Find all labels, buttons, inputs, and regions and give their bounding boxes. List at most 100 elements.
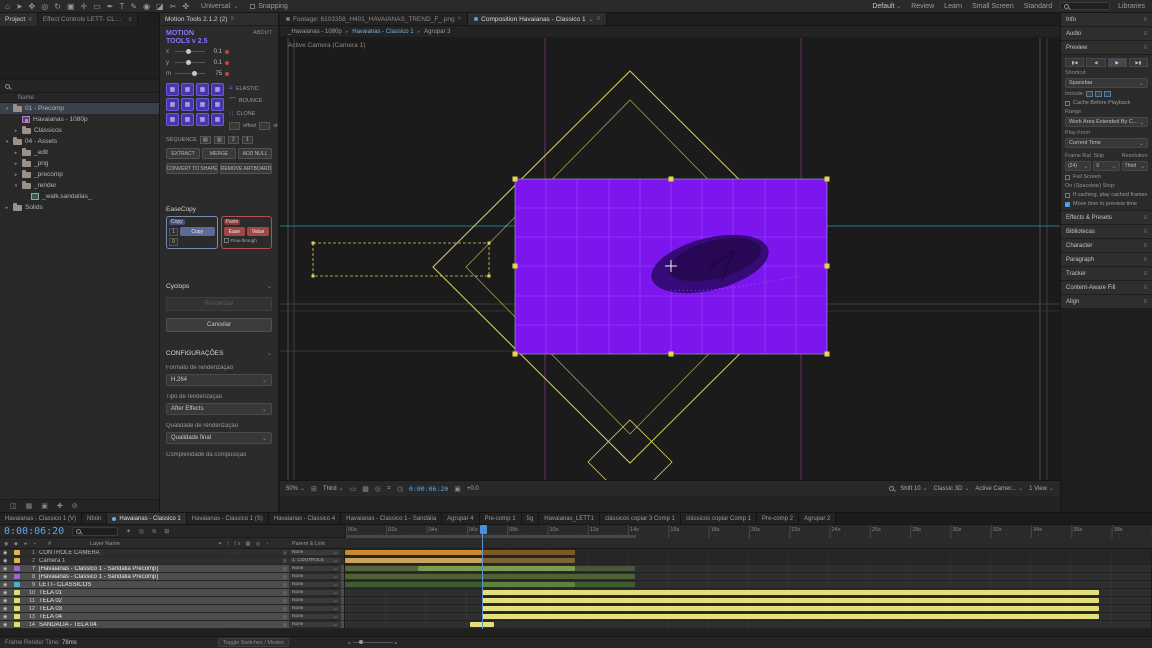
zoom-knob[interactable] [358,640,363,644]
about-link[interactable]: ABOUT [253,30,272,36]
shift-select[interactable]: Shift 10 ⌄ [900,485,927,493]
cyclops-title[interactable]: Cyclops [166,283,189,290]
project-item-havaianas-1080p[interactable]: Havaianas - 1080p [0,114,159,125]
puppet-tool-icon[interactable]: ✜ [182,0,189,13]
format-select[interactable]: H.264 ⌄ [166,374,272,387]
parent-select[interactable]: None ⌄ [289,597,341,604]
layer-duration-bar[interactable] [345,550,483,555]
parent-select[interactable]: None ⌄ [289,549,341,556]
shortcut-select[interactable]: Spacebar ⌄ [1065,78,1148,88]
layer-row-camera-1[interactable]: ◉ 2 Camera 1 · · · ◎ 1. CONTROLE ⌄ [0,557,344,565]
panel-character[interactable]: Character ≡ [1061,239,1152,252]
timeline-tab-havaianas-classico-1-sand-lia[interactable]: Havaianas - Classico 1 - Sandália [341,513,443,524]
breadcrumb-root[interactable]: _Havaianas - 1080p [288,29,342,35]
new-folder-button[interactable]: ▦ [26,502,33,510]
cancelar-button[interactable]: Cancelar [166,318,272,333]
layer-row-tela-04[interactable]: ◉ 13 TELA 04 · · · ◎ None ⌄ [0,613,344,621]
panel-menu-icon[interactable]: ≡ [1143,271,1147,277]
motion-slider-x[interactable]: x 0.1 [166,46,272,57]
visibility-toggle-icon[interactable]: ◉ [3,582,12,588]
resolution-select[interactable]: Third ⌄ [323,485,344,493]
workspace-search-input[interactable] [1060,2,1111,10]
panel-align[interactable]: Align ≡ [1061,295,1152,308]
layer-duration-bar[interactable] [482,582,575,587]
copy-field-2[interactable]: 0 [169,238,178,247]
panel-audio[interactable]: Audio ≡ [1061,27,1152,40]
visibility-toggle-icon[interactable]: ◉ [3,598,12,604]
skip-select[interactable]: 0 ⌄ [1093,161,1120,171]
region-of-interest-icon[interactable]: ▭ [350,485,357,493]
extract-button[interactable]: EXTRACT [166,148,200,160]
layer-duration-bar[interactable] [482,606,1099,611]
number-column-header[interactable]: # [48,541,51,547]
timeline-current-time[interactable]: 0:00:06:20 [0,526,72,537]
layer-row-controle-camera[interactable]: ◉ 1 CONTROLE CAMERA · · · ◎ None ⌄ [0,549,344,557]
timeline-tab-pre-comp-1[interactable]: Pre-comp 1 [479,513,522,524]
motion-tool-tile-5[interactable]: ▦ [166,98,179,112]
checkbox-icon[interactable] [1065,192,1070,198]
offset-field[interactable] [229,122,240,131]
project-item-png[interactable]: ▸ _png [0,158,159,169]
visibility-toggle-icon[interactable]: ◉ [3,606,12,612]
copy-field-1[interactable]: 1 [169,227,178,236]
layer-track-lett-classicos[interactable] [345,581,1151,589]
layer-switches[interactable]: · · · [225,566,281,571]
motion-tool-tile-4[interactable]: ▦ [211,83,224,97]
layer-switches[interactable]: · · · [225,574,281,579]
config-title[interactable]: CONFIGURAÇÕES [166,350,223,357]
preview-resolution-select[interactable]: Third ⌄ [1121,161,1148,171]
include-overlays-icon[interactable] [1104,91,1112,97]
project-search-input[interactable] [0,80,159,93]
add-null-button[interactable]: ADD NULL [238,148,272,160]
motion-tool-tile-7[interactable]: ▦ [196,98,209,112]
play-from-select[interactable]: Current Time ⌄ [1065,138,1148,148]
timeline-tab-pre-comp-2[interactable]: Pre-comp 2 [757,513,800,524]
project-item-cl-ssicos[interactable]: ▸ Clássicos [0,125,159,136]
motion-tool-tile-12[interactable]: ▦ [211,113,224,127]
timeline-tab-agrupar-4[interactable]: Agrupar 4 [442,513,480,524]
hand-tool-icon[interactable]: ✥ [29,0,36,13]
workspace-small-screen[interactable]: Small Screen [972,3,1014,10]
tab-effect-controls[interactable]: Effect Controls LETT- CLASSICO)≡ [37,13,138,26]
panel-effects-presets[interactable]: Effects & Presets ≡ [1061,211,1152,224]
timeline-view-option-icons[interactable]: ✦ ◎ ≋ ⊞ [126,528,172,535]
name-column-header[interactable]: Name [18,95,34,101]
panel-menu-icon[interactable]: ≡ [28,17,32,23]
visibility-toggle-icon[interactable]: ◉ [3,590,12,596]
pick-whip-icon[interactable]: ◎ [283,558,287,564]
layer-switches[interactable]: · · · [225,598,281,603]
visibility-toggle-icon[interactable]: ◉ [3,566,12,572]
sequence-mode-a-button[interactable]: ▤ [199,136,211,145]
slider-knob[interactable] [186,59,192,65]
checkbox-icon[interactable] [1065,174,1070,180]
current-time-indicator-handle[interactable] [480,525,488,534]
cache-before-playback-checkbox[interactable]: Cache Before Playback [1065,100,1148,106]
layer-duration-bar[interactable] [482,598,1099,603]
sequence-mode-b-button[interactable]: ▥ [213,136,225,145]
panel-preview[interactable]: Preview ≡ [1061,41,1152,54]
pen-tool-icon[interactable]: ✒ [107,0,114,13]
layer-duration-bar[interactable] [345,558,483,563]
panel-menu-icon[interactable]: ≡ [1143,31,1147,37]
flow-through-checkbox[interactable]: Flow-through [223,238,270,244]
last-frame-button[interactable]: ▶▮ [1128,58,1148,67]
close-icon[interactable]: × [458,16,462,22]
checkbox-checked-icon[interactable]: ✓ [1065,201,1070,207]
range-select[interactable]: Work Area Extended By Current...⌄ [1065,117,1148,127]
panel-bibliotecas[interactable]: Bibliotecas ≡ [1061,225,1152,238]
pick-whip-icon[interactable]: ◎ [283,598,287,604]
layer-switches[interactable]: · · · [225,558,281,563]
exposure-value[interactable]: +0.0 [467,486,479,492]
clone-button[interactable]: ∷ CLONE [229,110,278,118]
snapping-checkbox[interactable] [250,3,256,9]
layer-duration-bar[interactable] [482,590,1099,595]
parent-select[interactable]: None ⌄ [289,589,341,596]
layer-row-tela-01[interactable]: ◉ 10 TELA 01 · · · ◎ None ⌄ [0,589,344,597]
snapshot-icon[interactable]: ▣ [454,485,461,493]
timeline-tab-havaianas-classico-4[interactable]: Havaianas - Classico 4 [268,513,342,524]
visibility-toggle-icon[interactable]: ◉ [3,550,12,556]
layer-switches[interactable]: · · · [225,614,281,619]
label-color-swatch[interactable] [14,550,20,555]
slider-knob[interactable] [186,48,192,54]
sequence-value-2[interactable]: 1 [241,136,253,145]
